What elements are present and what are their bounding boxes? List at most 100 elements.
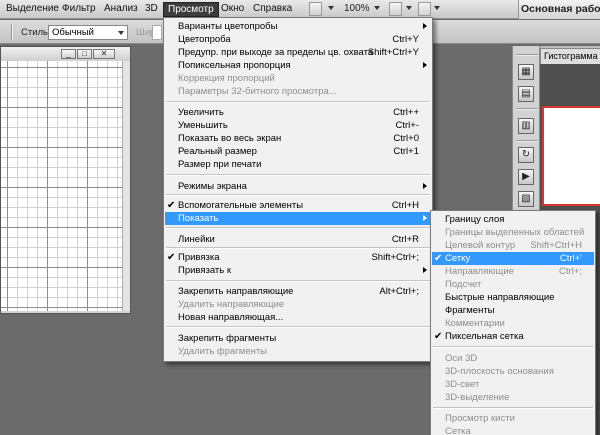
- menu-item-shortcut: Ctrl++: [393, 107, 419, 118]
- menu-view-item[interactable]: Уменьшить Ctrl+-: [165, 119, 431, 132]
- arrange-caret-icon[interactable]: [406, 6, 412, 10]
- menu-filter[interactable]: Фильтр: [58, 2, 100, 17]
- width-input[interactable]: [152, 25, 162, 40]
- menu-item-label: Коррекция пропорций: [178, 73, 275, 84]
- zoom-level[interactable]: 100%: [344, 3, 370, 14]
- menu-item-label: Попиксельная пропорция: [178, 60, 291, 71]
- arrange-documents-icon[interactable]: [389, 2, 402, 16]
- menu-show-item[interactable]: Быстрые направляющие: [432, 291, 594, 304]
- menu-view-item[interactable]: ✔ Привязка Shift+Ctrl+;: [165, 251, 431, 264]
- menu-view-item[interactable]: Увеличить Ctrl++: [165, 106, 431, 119]
- menu-show-item[interactable]: ✔ Пиксельная сетка: [432, 330, 594, 343]
- vertical-scrollbar[interactable]: [122, 61, 130, 311]
- extras-icon[interactable]: [418, 2, 431, 16]
- info-icon[interactable]: ▤: [518, 86, 534, 102]
- swatches-icon[interactable]: ▥: [518, 118, 534, 134]
- screen-mode-caret-icon[interactable]: [328, 6, 334, 10]
- menu-item-shortcut: Ctrl+H: [391, 200, 419, 211]
- menu-view-item[interactable]: Закрепить фрагменты: [165, 332, 431, 345]
- menu-item-shortcut: Ctrl+0: [393, 133, 419, 144]
- menu-show-item: Комментарии: [432, 317, 594, 330]
- panel-tabbar: Гистограмма: [540, 46, 600, 64]
- menu-show-item: Подсчет: [432, 278, 594, 291]
- menu-view[interactable]: Просмотр: [163, 2, 219, 17]
- zoom-caret-icon[interactable]: [374, 6, 380, 10]
- menu-separator: [166, 326, 430, 328]
- menu-item-shortcut: Alt+Ctrl+;: [379, 286, 419, 297]
- tab-histogram[interactable]: Гистограмма: [540, 48, 600, 64]
- menu-show-item: 3D-свет: [432, 378, 594, 391]
- menu-view-item[interactable]: Варианты цветопробы: [165, 20, 431, 33]
- menu-view-item[interactable]: Показать: [165, 212, 431, 225]
- menu-analysis[interactable]: Анализ: [100, 2, 142, 17]
- menu-view-item[interactable]: Линейки Ctrl+R: [165, 233, 431, 246]
- close-icon[interactable]: ✕: [93, 49, 115, 59]
- menu-item-label: Сетка: [445, 426, 471, 435]
- menu-item-label: Реальный размер: [178, 146, 257, 157]
- menu-item-shortcut: Ctrl+R: [391, 234, 419, 245]
- menu-separator: [166, 174, 430, 176]
- workspace-switcher[interactable]: Основная рабоча: [518, 0, 600, 19]
- document-titlebar[interactable]: _ □ ✕: [1, 47, 130, 61]
- menu-view-item[interactable]: Закрепить направляющие Alt+Ctrl+;: [165, 285, 431, 298]
- menu-view-item: Параметры 32-битного просмотра...: [165, 85, 431, 98]
- menu-item-label: Предупр. при выходе за пределы цв. охват…: [178, 47, 374, 58]
- document-canvas-grid[interactable]: [1, 61, 122, 311]
- menu-show-item[interactable]: Фрагменты: [432, 304, 594, 317]
- menu-separator: [166, 280, 430, 282]
- histogram-icon[interactable]: ▦: [518, 64, 534, 80]
- menu-show-item: Границы выделенных областей: [432, 226, 594, 239]
- menu-show-item: Сетка: [432, 425, 594, 435]
- document-window: _ □ ✕: [0, 46, 131, 314]
- menu-item-shortcut: Ctrl+-: [395, 120, 420, 131]
- menu-item-label: Подсчет: [445, 279, 482, 290]
- menu-item-label: Вспомогательные элементы: [178, 200, 304, 211]
- menu-show-item: 3D-плоскость основания: [432, 365, 594, 378]
- menu-show-item[interactable]: ✔ Сетку Ctrl+': [432, 252, 594, 265]
- menu-item-label: Цветопроба: [178, 34, 231, 45]
- menu-view-item[interactable]: Размер при печати: [165, 158, 431, 171]
- menu-item-label: 3D-свет: [445, 379, 480, 390]
- menu-3d[interactable]: 3D: [141, 2, 162, 17]
- menu-view-item[interactable]: Режимы экрана: [165, 180, 431, 193]
- menu-view-item[interactable]: Попиксельная пропорция: [165, 59, 431, 72]
- screen-mode-icon[interactable]: [309, 2, 322, 16]
- menu-select[interactable]: Выделение: [2, 2, 63, 17]
- history-icon[interactable]: ↻: [518, 147, 534, 163]
- menu-view-item[interactable]: ✔ Вспомогательные элементы Ctrl+H: [165, 199, 431, 212]
- menu-item-shortcut: Shift+Ctrl+H: [530, 240, 582, 251]
- actions-icon[interactable]: ▶: [518, 169, 534, 185]
- menu-item-label: Удалить фрагменты: [178, 346, 267, 357]
- extras-caret-icon[interactable]: [434, 6, 440, 10]
- menu-view-item[interactable]: Показать во весь экран Ctrl+0: [165, 132, 431, 145]
- menu-window[interactable]: Окно: [217, 2, 248, 17]
- menu-view-item: Удалить фрагменты: [165, 345, 431, 358]
- menu-item-label: Уменьшить: [178, 120, 228, 131]
- menu-help[interactable]: Справка: [249, 2, 296, 17]
- minimize-icon[interactable]: _: [61, 49, 76, 59]
- menu-show-item[interactable]: Границу слоя: [432, 213, 594, 226]
- style-value: Обычный: [52, 27, 94, 38]
- menu-item-shortcut: Ctrl+1: [393, 146, 419, 157]
- menu-item-label: Целевой контур: [445, 240, 516, 251]
- menu-item-shortcut: Ctrl+Y: [392, 34, 419, 45]
- style-select[interactable]: Обычный: [48, 25, 128, 40]
- menu-item-label: Пиксельная сетка: [445, 331, 524, 342]
- menu-view-item[interactable]: Цветопроба Ctrl+Y: [165, 33, 431, 46]
- menu-separator: [433, 346, 593, 348]
- menu-show-item: 3D-выделение: [432, 391, 594, 404]
- menu-view-item[interactable]: Реальный размер Ctrl+1: [165, 145, 431, 158]
- menu-separator: [433, 407, 593, 409]
- checkmark-icon: ✔: [167, 252, 176, 263]
- layers-icon[interactable]: ▧: [518, 191, 534, 207]
- options-separator: [11, 24, 13, 40]
- menu-view-item[interactable]: Привязать к: [165, 264, 431, 277]
- menu-item-label: Границы выделенных областей: [445, 227, 585, 238]
- menu-view-item[interactable]: Предупр. при выходе за пределы цв. охват…: [165, 46, 431, 59]
- restore-icon[interactable]: □: [77, 49, 92, 59]
- menu-show-item: Целевой контур Shift+Ctrl+H: [432, 239, 594, 252]
- menu-item-label: Режимы экрана: [178, 181, 247, 192]
- menu-item-label: Оси 3D: [445, 353, 478, 364]
- menu-view-item[interactable]: Новая направляющая...: [165, 311, 431, 324]
- checkmark-icon: ✔: [434, 253, 443, 264]
